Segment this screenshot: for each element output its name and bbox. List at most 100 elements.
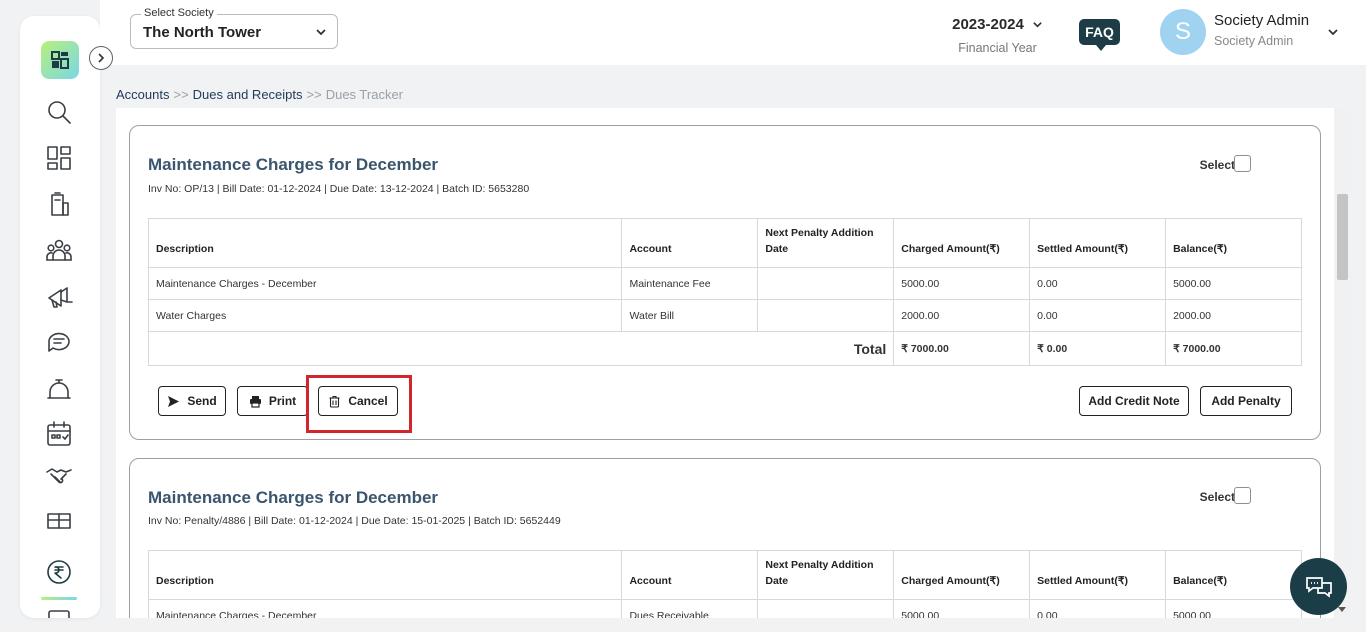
- add-penalty-button[interactable]: Add Penalty: [1200, 386, 1292, 416]
- chat-bubbles-icon: [1305, 576, 1332, 598]
- cell-charged: 2000.00: [893, 299, 1031, 332]
- main-panel: Maintenance Charges for December Inv No:…: [116, 108, 1334, 618]
- column-header: Balance(₹): [1165, 550, 1302, 600]
- cell-account: Water Bill: [621, 299, 759, 332]
- sidebar: [20, 16, 100, 618]
- send-icon: [168, 395, 180, 407]
- add-credit-note-button[interactable]: Add Credit Note: [1079, 386, 1189, 416]
- app-logo[interactable]: [41, 41, 79, 79]
- invoice-card: Maintenance Charges for December Inv No:…: [129, 458, 1321, 618]
- faq-button[interactable]: FAQ: [1079, 19, 1120, 51]
- print-button-label: Print: [268, 394, 297, 408]
- table-row: Maintenance Charges - December Maintenan…: [147, 267, 1302, 300]
- table-row: Water Charges Water Bill 2000.00 0.00 20…: [147, 299, 1302, 332]
- select-checkbox[interactable]: [1234, 155, 1251, 172]
- cell-description: Maintenance Charges - December: [147, 267, 623, 300]
- print-button[interactable]: Print: [237, 386, 308, 416]
- scrollbar-thumb[interactable]: [1337, 194, 1348, 280]
- chevron-down-icon: [1033, 22, 1042, 28]
- column-header: Account: [621, 218, 759, 268]
- society-select-label: Select Society: [141, 7, 217, 19]
- table-row: Maintenance Charges - December Dues Rece…: [147, 599, 1302, 618]
- column-header: Charged Amount(₹): [893, 218, 1031, 268]
- cell-balance: 2000.00: [1165, 299, 1302, 332]
- cell-settled: 0.00: [1029, 299, 1167, 332]
- cell-settled: 0.00: [1029, 599, 1167, 618]
- select-label: Select: [1199, 158, 1235, 172]
- scroll-down-arrow-icon[interactable]: [1338, 607, 1346, 612]
- total-label: Total: [147, 331, 895, 366]
- more-icon[interactable]: [44, 606, 74, 618]
- cell-next-penalty: [757, 599, 895, 618]
- cell-charged: 5000.00: [893, 599, 1031, 618]
- select-checkbox[interactable]: [1234, 487, 1251, 504]
- column-header: Charged Amount(₹): [893, 550, 1031, 600]
- user-role: Society Admin: [1214, 34, 1294, 48]
- cell-description: Water Charges: [147, 299, 623, 332]
- chevron-down-icon: [316, 29, 326, 36]
- column-header: Next Penalty Addition Date: [757, 218, 895, 268]
- select-label: Select: [1199, 490, 1235, 504]
- column-header: Next Penalty Addition Date: [757, 550, 895, 600]
- invoice-details: Inv No: OP/13 | Bill Date: 01-12-2024 | …: [148, 183, 530, 195]
- send-button[interactable]: Send: [158, 386, 226, 416]
- breadcrumb-accounts[interactable]: Accounts: [116, 87, 169, 102]
- column-header: Settled Amount(₹): [1029, 550, 1167, 600]
- invoice-details: Inv No: Penalty/4886 | Bill Date: 01-12-…: [148, 515, 561, 527]
- cell-next-penalty: [757, 299, 895, 332]
- column-header: Settled Amount(₹): [1029, 218, 1167, 268]
- user-name[interactable]: Society Admin: [1214, 12, 1309, 29]
- total-settled: ₹ 0.00: [1029, 331, 1167, 366]
- avatar[interactable]: S: [1160, 9, 1206, 55]
- dues-table: Description Account Next Penalty Additio…: [147, 550, 1302, 618]
- invoice-title: Maintenance Charges for December: [148, 155, 439, 174]
- search-icon[interactable]: [44, 97, 74, 127]
- total-balance: ₹ 7000.00: [1165, 331, 1302, 366]
- printer-icon: [249, 395, 261, 408]
- add-penalty-label: Add Penalty: [1211, 394, 1281, 408]
- chat-icon[interactable]: [44, 327, 74, 357]
- sidebar-toggle-button[interactable]: [89, 46, 113, 70]
- dues-table: Description Account Next Penalty Additio…: [147, 218, 1302, 366]
- financial-year-selector[interactable]: 2023-2024 Financial Year: [950, 16, 1045, 55]
- table-header-row: Description Account Next Penalty Additio…: [147, 550, 1302, 600]
- handshake-icon[interactable]: [44, 461, 74, 491]
- total-row: Total ₹ 7000.00 ₹ 0.00 ₹ 7000.00: [147, 331, 1302, 366]
- breadcrumb: Accounts >> Dues and Receipts >> Dues Tracke…: [116, 87, 403, 102]
- column-header: Balance(₹): [1165, 218, 1302, 268]
- table-header-row: Description Account Next Penalty Additio…: [147, 218, 1302, 268]
- service-icon[interactable]: [44, 373, 74, 403]
- breadcrumb-dues-receipts[interactable]: Dues and Receipts: [193, 87, 303, 102]
- announcement-icon[interactable]: [44, 281, 74, 311]
- society-select-value: The North Tower: [143, 24, 262, 41]
- cell-account: Maintenance Fee: [621, 267, 759, 300]
- cancel-highlight-box: [306, 375, 412, 433]
- cell-description: Maintenance Charges - December: [147, 599, 623, 618]
- calendar-icon[interactable]: [44, 419, 74, 449]
- cell-settled: 0.00: [1029, 267, 1167, 300]
- cell-balance: 5000.00: [1165, 599, 1302, 618]
- vertical-scrollbar[interactable]: [1334, 108, 1350, 618]
- members-icon[interactable]: [44, 235, 74, 265]
- send-button-label: Send: [187, 394, 217, 408]
- package-icon[interactable]: [44, 505, 74, 535]
- cell-next-penalty: [757, 267, 895, 300]
- dashboard-icon[interactable]: [44, 143, 74, 173]
- column-header: Account: [621, 550, 759, 600]
- breadcrumb-separator: >>: [306, 87, 322, 102]
- building-icon[interactable]: [44, 189, 74, 219]
- active-indicator: [41, 597, 77, 600]
- column-header: Description: [147, 218, 623, 268]
- total-charged: ₹ 7000.00: [893, 331, 1031, 366]
- society-select[interactable]: Select Society The North Tower: [130, 7, 338, 49]
- user-menu-chevron-icon[interactable]: [1327, 26, 1339, 38]
- rupee-accounts-icon[interactable]: [41, 554, 77, 590]
- financial-year-label: Financial Year: [958, 41, 1037, 55]
- cell-account: Dues Receivable: [621, 599, 759, 618]
- invoice-title: Maintenance Charges for December: [148, 488, 439, 507]
- logo-mark-icon: [51, 51, 69, 69]
- top-header: Select Society The North Tower 2023-2024…: [100, 0, 1366, 65]
- financial-year-value: 2023-2024: [952, 16, 1024, 33]
- column-header: Description: [147, 550, 623, 600]
- chat-support-button[interactable]: [1290, 558, 1347, 615]
